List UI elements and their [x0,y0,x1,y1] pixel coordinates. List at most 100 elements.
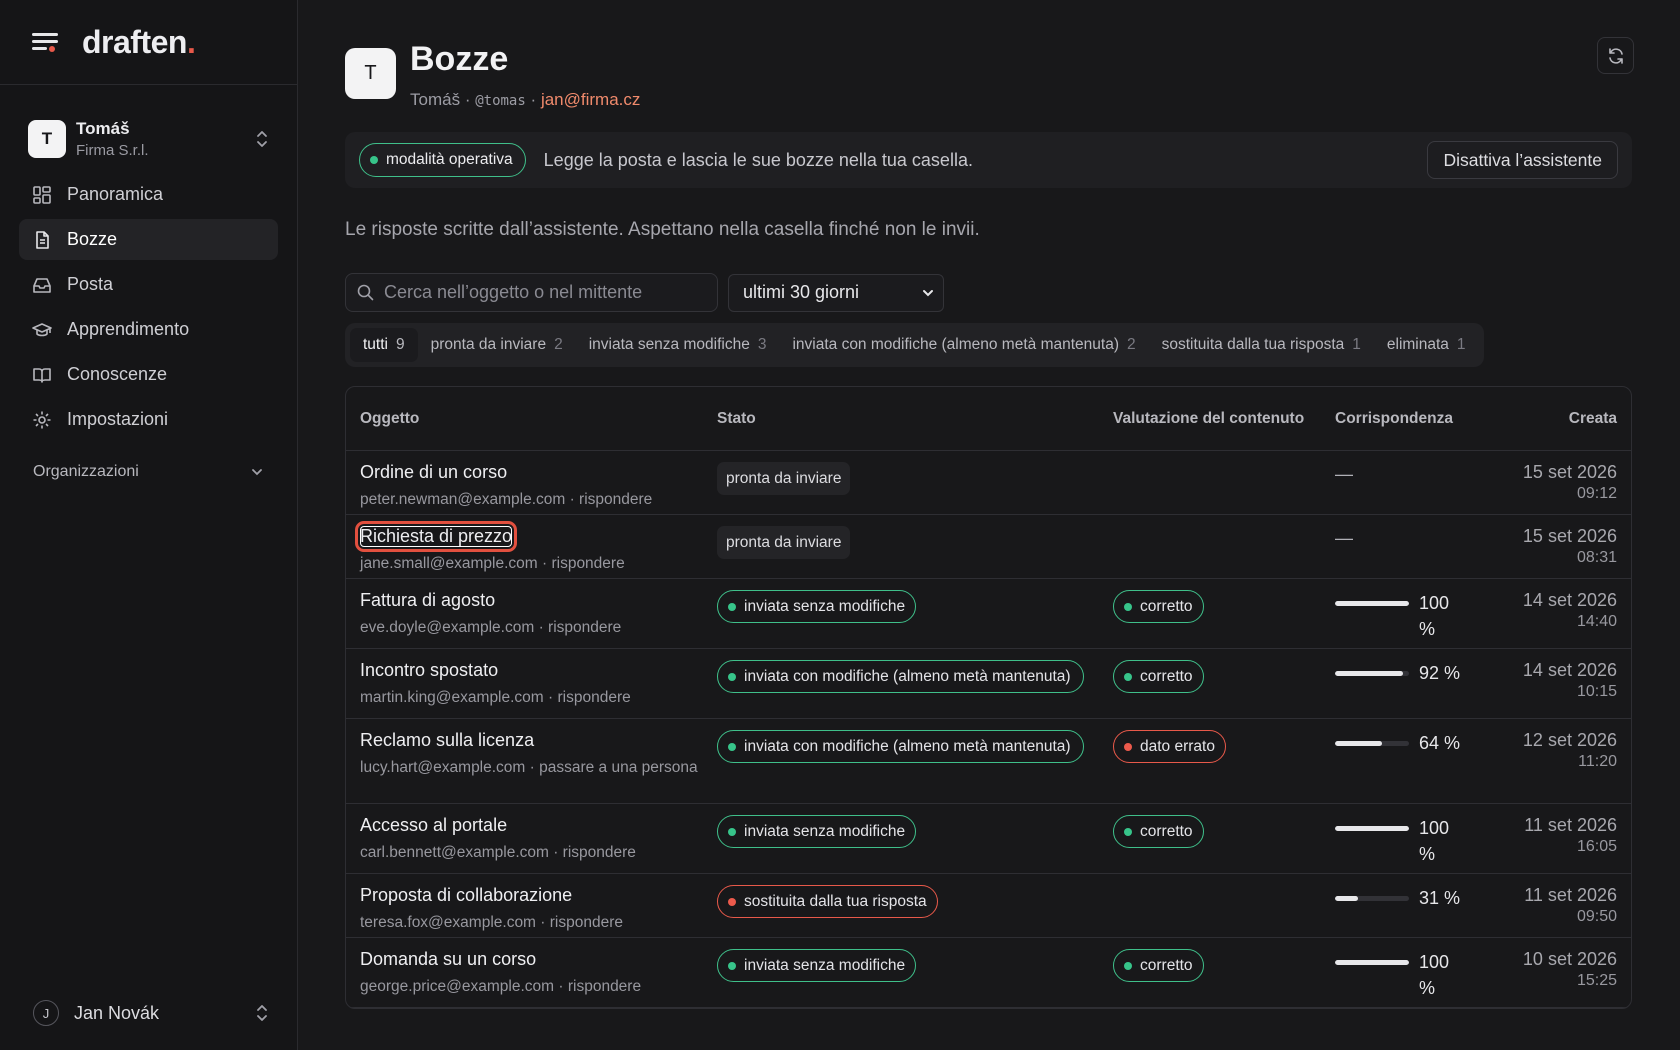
sidebar-item-impostazioni[interactable]: Impostazioni [19,399,278,440]
created-time: 08:31 [1576,549,1617,566]
status-badge: inviata senza modifiche [717,949,917,982]
table-row[interactable]: Ordine di un corso peter.newman@example.c… [346,451,1631,515]
sidebar-item-label: Posta [67,274,114,294]
sidebar-item-bozze[interactable]: Bozze [19,219,278,260]
status-dot-icon [728,827,736,836]
sidebar-item-conoscenze[interactable]: Conoscenze [19,354,278,395]
created-time: 11:20 [1578,753,1617,770]
status-badge: sostituita dalla tua risposta [717,885,938,918]
match-indicator: 64 % [1335,730,1490,756]
dashboard-icon [33,185,51,204]
header-email-link[interactable]: jan@firma.cz [541,90,640,109]
rating-badge: corretto [1113,949,1204,982]
match-percent: 92 % [1419,663,1461,683]
match-bar-fill [1335,741,1383,746]
table-row[interactable]: Proposta di collaborazione teresa.fox@exa… [346,874,1631,938]
status-filter-tabs: tutti 9 pronta da inviare 2 inviata senza … [345,323,1484,367]
draft-subject-link[interactable]: Richiesta di prezzo [354,521,518,552]
table-row[interactable]: Reclamo sulla licenza lucy.hart@example.c… [346,719,1631,804]
created-date: 15 set 2026 [1522,526,1617,546]
draft-sender: carl.bennett@example.com · rispondere [360,844,636,861]
document-icon [36,230,49,249]
status-dot-icon [728,672,736,681]
tab-count: 2 [554,336,563,353]
draft-subject-link[interactable]: Ordine di un corso [360,462,507,483]
account-org: Firma S.r.l. [76,142,149,159]
deactivate-assistant-button[interactable]: Disattiva l’assistente [1427,141,1618,179]
draft-sender: martin.king@example.com · rispondere [360,689,631,706]
match-bar [1335,960,1409,965]
match-indicator: 100 % [1335,949,1490,1001]
sidebar-item-label: Conoscenze [67,364,168,384]
tab-pronta-da-inviare[interactable]: pronta da inviare 2 [418,328,576,362]
match-percent: 100 % [1419,952,1450,998]
draft-subject-link[interactable]: Proposta di collaborazione [360,885,572,906]
sidebar-item-posta[interactable]: Posta [19,264,278,305]
created-time: 09:50 [1576,908,1617,925]
match-percent: 100 % [1419,593,1450,639]
assistant-mode-banner: modalità operativa Legge la posta e lasc… [345,132,1632,188]
status-dot-icon [370,156,378,164]
inbox-icon [33,277,51,293]
refresh-button[interactable] [1597,37,1634,74]
match-bar [1335,741,1409,746]
table-row[interactable]: Fattura di agosto eve.doyle@example.com ·… [346,579,1631,649]
account-avatar: T [28,120,66,158]
header-handle: @tomas [475,93,526,109]
draft-subject-link[interactable]: Accesso al portale [360,815,507,836]
draft-subject-link[interactable]: Incontro spostato [360,660,498,681]
draft-subject-link[interactable]: Fattura di agosto [360,590,495,611]
created-time: 10:15 [1576,683,1617,700]
menu-icon[interactable] [32,31,60,53]
account-switcher[interactable]: T Tomáš Firma S.r.l. [0,116,297,162]
created-date: 12 set 2026 [1522,730,1617,750]
created-time: 14:40 [1576,613,1617,630]
match-bar-fill [1335,826,1409,831]
table-row[interactable]: Richiesta di prezzo jane.small@example.co… [346,515,1631,579]
page-header: T Bozze Tomáš · @tomas · jan@firma.cz [345,42,1680,110]
match-indicator: 31 % [1335,885,1490,911]
tab-sostituita[interactable]: sostituita dalla tua risposta 1 [1149,328,1374,362]
sidebar-item-panoramica[interactable]: Panoramica [19,174,278,215]
organizations-toggle[interactable]: Organizzazioni [33,463,264,481]
tab-count: 1 [1456,336,1466,353]
page-subtitle: Tomáš · @tomas · jan@firma.cz [410,90,641,109]
table-row[interactable]: Domanda su un corso george.price@example.… [346,938,1631,1008]
table-row[interactable]: Incontro spostato martin.king@example.com… [346,649,1631,719]
draft-sender: jane.small@example.com · rispondere [360,555,625,572]
column-header-rating[interactable]: Valutazione del contenuto [1113,408,1335,430]
status-dot-icon [1124,742,1132,751]
search-input[interactable] [384,282,704,303]
created-date: 14 set 2026 [1522,590,1617,610]
user-menu[interactable]: J Jan Novák [33,1000,269,1026]
tab-inviata-con-modifiche[interactable]: inviata con modifiche (almeno metà mante… [779,328,1148,362]
organizations-label: Organizzazioni [33,463,139,480]
rating-badge: corretto [1113,590,1204,623]
column-header-subject[interactable]: Oggetto [346,410,717,428]
rating-badge: corretto [1113,660,1204,693]
status-dot-icon [728,961,736,970]
column-header-match[interactable]: Corrispondenza [1335,410,1490,428]
tab-eliminata[interactable]: eliminata 1 [1374,328,1479,362]
status-dot-icon [1124,961,1132,970]
draft-subject-link[interactable]: Reclamo sulla licenza [360,730,534,751]
match-empty: — [1335,464,1353,484]
column-header-status[interactable]: Stato [717,410,1113,428]
table-row[interactable]: Accesso al portale carl.bennett@example.c… [346,804,1631,874]
draft-sender: teresa.fox@example.com · rispondere [360,914,623,931]
match-percent: 64 % [1419,733,1461,753]
tab-tutti[interactable]: tutti 9 [350,328,418,362]
period-select[interactable]: ultimi 30 giorni [728,273,944,312]
tab-inviata-senza-modifiche[interactable]: inviata senza modifiche 3 [576,328,780,362]
sidebar-item-label: Apprendimento [67,319,190,339]
match-bar [1335,896,1409,901]
created-date: 10 set 2026 [1522,949,1617,969]
draft-subject-link[interactable]: Domanda su un corso [360,949,536,970]
status-badge: inviata senza modifiche [717,815,917,848]
sidebar-item-apprendimento[interactable]: Apprendimento [19,309,278,350]
match-bar [1335,826,1409,831]
created-date: 11 set 2026 [1524,885,1617,905]
drafts-table: Oggetto Stato Valutazione del contenuto … [345,386,1632,1009]
column-header-created[interactable]: Creata [1490,410,1631,428]
search-box[interactable] [345,273,718,312]
